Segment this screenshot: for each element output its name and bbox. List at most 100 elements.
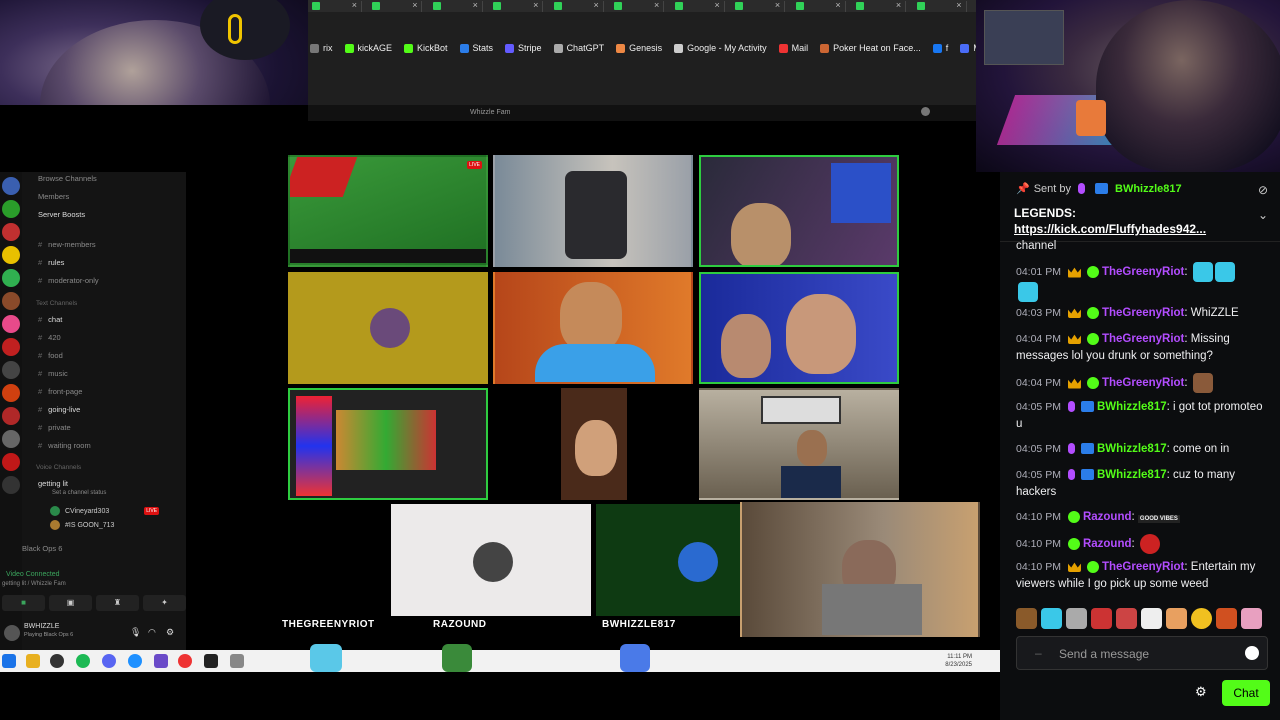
gear-icon[interactable]: ⚙ <box>166 627 174 638</box>
channel-new-members[interactable]: new-members <box>38 240 96 249</box>
message-user[interactable]: TheGreenyRiot <box>1102 561 1184 573</box>
message-user[interactable]: TheGreenyRiot <box>1102 333 1184 345</box>
emote-icon[interactable] <box>1166 608 1187 629</box>
channel-server-boosts[interactable]: Server Boosts <box>38 210 85 219</box>
bookmark-item[interactable]: kickAGE <box>344 43 392 53</box>
spotify-icon[interactable] <box>76 654 90 668</box>
activity-button[interactable]: ♜ <box>96 595 139 611</box>
bookmark-item[interactable]: Mail <box>778 43 808 53</box>
avatar[interactable] <box>4 625 20 641</box>
server-icon[interactable] <box>2 407 20 425</box>
emote-icon[interactable] <box>1216 608 1237 629</box>
category-voice-channels[interactable]: Voice Channels <box>36 464 81 471</box>
channel-private[interactable]: private <box>38 423 71 432</box>
video-tile-selfie[interactable] <box>561 388 627 500</box>
chrome-icon[interactable] <box>178 654 192 668</box>
pinned-message[interactable]: 📌 Sent by BWhizzle817 ⊘ LEGENDS: ⌄ https… <box>1000 172 1280 242</box>
voice-user[interactable]: CVineyard303 LIVE <box>50 506 160 516</box>
server-icon[interactable] <box>2 384 20 402</box>
browser-tab[interactable]: × <box>610 0 665 12</box>
emote-icon[interactable] <box>1016 608 1037 629</box>
browser-tab[interactable]: × <box>852 0 907 12</box>
browser-tab[interactable]: × <box>550 0 604 12</box>
message-user[interactable]: BWhizzle817 <box>1097 443 1167 455</box>
server-icon[interactable] <box>2 223 20 241</box>
bookmark-item[interactable]: Poker Heat on Face... <box>820 43 921 53</box>
close-icon[interactable]: × <box>835 0 840 10</box>
browser-tab[interactable]: × <box>913 0 967 12</box>
bookmark-item[interactable]: ChatGPT <box>553 43 604 53</box>
settings-icon[interactable] <box>230 654 244 668</box>
video-tile-headset-user[interactable] <box>699 155 899 267</box>
message-user[interactable]: BWhizzle817 <box>1097 401 1167 413</box>
video-tile-football-stream[interactable]: LIVE <box>288 155 488 267</box>
bookmark-item[interactable]: KickBot <box>404 43 448 53</box>
video-tile-couple[interactable] <box>699 272 899 384</box>
emote-icon[interactable] <box>1041 608 1062 629</box>
close-icon[interactable]: × <box>896 0 901 10</box>
server-icon[interactable] <box>2 292 20 310</box>
video-tile-blue-shirt[interactable] <box>493 272 693 384</box>
channel-waiting-room[interactable]: waiting room <box>38 441 91 450</box>
close-icon[interactable]: × <box>654 0 659 10</box>
emote-icon[interactable] <box>1091 608 1112 629</box>
channel-moderator-only[interactable]: moderator-only <box>38 276 98 285</box>
chat-input[interactable]: – Send a message <box>1016 636 1268 670</box>
category-text-channels[interactable]: Text Channels <box>36 300 77 307</box>
game-activity[interactable]: Black Ops 6 <box>22 544 62 553</box>
video-tile-razound[interactable] <box>391 504 591 616</box>
message-user[interactable]: TheGreenyRiot <box>1102 377 1184 389</box>
emote-icon[interactable] <box>1241 608 1262 629</box>
message-user[interactable]: Razound <box>1083 511 1132 523</box>
server-icon[interactable] <box>2 315 20 333</box>
close-icon[interactable]: × <box>714 0 719 10</box>
close-icon[interactable]: × <box>352 0 357 10</box>
help-icon[interactable] <box>921 107 930 116</box>
start-icon[interactable] <box>2 654 16 668</box>
server-icon[interactable] <box>2 246 20 264</box>
browser-tab[interactable]: × <box>429 0 483 12</box>
video-tile-room-cam[interactable] <box>740 502 980 637</box>
server-icon[interactable] <box>2 177 20 195</box>
soundboard-button[interactable]: ✦ <box>143 595 186 611</box>
browser-tab[interactable]: × <box>792 0 846 12</box>
mic-icon[interactable]: 🎙 <box>130 627 141 638</box>
close-icon[interactable]: × <box>956 0 961 10</box>
channel-music[interactable]: music <box>38 369 68 378</box>
message-user[interactable]: Razound <box>1083 538 1132 550</box>
bookmark-item[interactable]: Messeng <box>960 43 976 53</box>
video-tile-car-posters[interactable] <box>699 388 899 500</box>
server-icon[interactable] <box>2 200 20 218</box>
discord-icon[interactable] <box>102 654 116 668</box>
voice-channel-getting-lit[interactable]: getting lit <box>38 479 68 488</box>
close-icon[interactable]: × <box>473 0 478 10</box>
browser-tab[interactable]: × <box>731 0 786 12</box>
close-icon[interactable]: × <box>775 0 780 10</box>
unpin-icon[interactable]: ⊘ <box>1258 183 1268 197</box>
voice-user[interactable]: #IS GOON_713 <box>50 520 114 530</box>
obs-icon[interactable] <box>204 654 218 668</box>
emote-icon[interactable] <box>1066 608 1087 629</box>
browser-tab[interactable]: × <box>671 0 725 12</box>
channel-food[interactable]: food <box>38 351 63 360</box>
server-icon[interactable] <box>2 269 20 287</box>
gear-icon[interactable]: ⚙ <box>1195 684 1207 700</box>
bookmark-item[interactable]: Genesis <box>616 43 662 53</box>
server-icon[interactable] <box>2 430 20 448</box>
browser-tab[interactable]: × <box>368 0 423 12</box>
channel-front-page[interactable]: front-page <box>38 387 82 396</box>
emote-icon[interactable] <box>1141 608 1162 629</box>
channel-going-live[interactable]: going-live <box>38 405 80 414</box>
close-icon[interactable]: × <box>533 0 538 10</box>
emoji-picker-icon[interactable] <box>1245 646 1259 660</box>
server-icon[interactable] <box>2 476 20 494</box>
message-user[interactable]: TheGreenyRiot <box>1102 266 1184 278</box>
channel-rules[interactable]: rules <box>38 258 64 267</box>
video-tile-avatar-yellow[interactable] <box>288 272 488 384</box>
bookmark-item[interactable]: Google - My Activity <box>674 43 767 53</box>
channel-members[interactable]: Members <box>38 192 69 201</box>
browser-tab[interactable]: × <box>308 0 362 12</box>
close-icon[interactable]: × <box>594 0 599 10</box>
bookmark-item[interactable]: f <box>932 43 948 53</box>
emote-icon[interactable] <box>1116 608 1137 629</box>
